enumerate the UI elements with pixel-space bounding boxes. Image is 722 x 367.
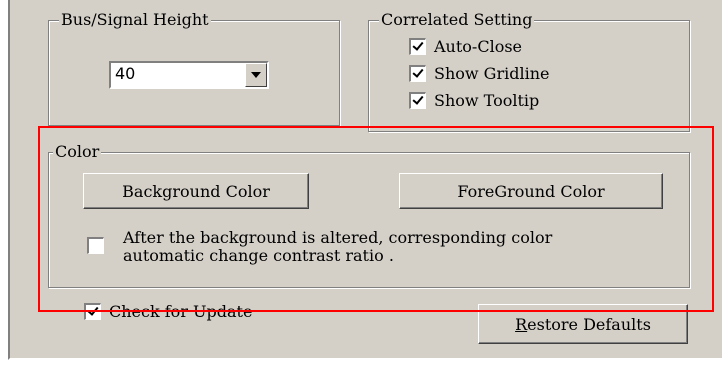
auto-close-label: Auto-Close — [434, 37, 522, 56]
height-select-value: 40 — [115, 64, 136, 83]
check-icon — [412, 39, 424, 51]
foreground-color-button[interactable]: ForeGround Color — [399, 173, 663, 209]
show-gridline-check-box[interactable] — [409, 65, 426, 82]
foreground-color-label: ForeGround Color — [457, 181, 605, 201]
correlated-setting-group: Correlated Setting Auto-Close Show Gridl… — [368, 11, 690, 132]
chevron-down-icon — [251, 72, 261, 78]
show-tooltip-checkbox[interactable]: Show Tooltip — [409, 91, 539, 110]
correlated-setting-title: Correlated Setting — [379, 10, 535, 29]
color-group: Color Background Color ForeGround Color … — [48, 143, 690, 288]
show-tooltip-label: Show Tooltip — [434, 91, 540, 110]
check-for-update-check-box[interactable] — [84, 303, 101, 320]
auto-contrast-checkbox[interactable] — [87, 237, 104, 254]
auto-contrast-label-line2: automatic change contrast ratio . — [123, 246, 394, 265]
check-for-update-checkbox[interactable]: Check for Update — [84, 302, 252, 321]
restore-defaults-label: Restore Defaults — [515, 314, 651, 334]
show-gridline-label: Show Gridline — [434, 64, 550, 83]
background-color-label: Background Color — [122, 181, 270, 201]
show-gridline-checkbox[interactable]: Show Gridline — [409, 64, 549, 83]
options-panel: Bus/Signal Height 40 Correlated Setting … — [8, 0, 722, 360]
show-tooltip-check-box[interactable] — [409, 92, 426, 109]
check-icon — [412, 66, 424, 78]
background-color-button[interactable]: Background Color — [83, 173, 309, 209]
auto-close-checkbox[interactable]: Auto-Close — [409, 37, 522, 56]
check-icon — [412, 93, 424, 105]
height-dropdown-button[interactable] — [245, 63, 267, 87]
bus-signal-height-group: Bus/Signal Height 40 — [48, 11, 340, 126]
check-icon — [87, 304, 99, 316]
color-group-title: Color — [53, 142, 102, 161]
bus-signal-height-title: Bus/Signal Height — [59, 10, 211, 29]
auto-contrast-label-line1: After the background is altered, corresp… — [123, 228, 553, 247]
restore-defaults-button[interactable]: Restore Defaults — [478, 304, 688, 344]
auto-close-check-box[interactable] — [409, 38, 426, 55]
check-for-update-label: Check for Update — [109, 302, 253, 321]
height-select[interactable]: 40 — [109, 61, 269, 89]
